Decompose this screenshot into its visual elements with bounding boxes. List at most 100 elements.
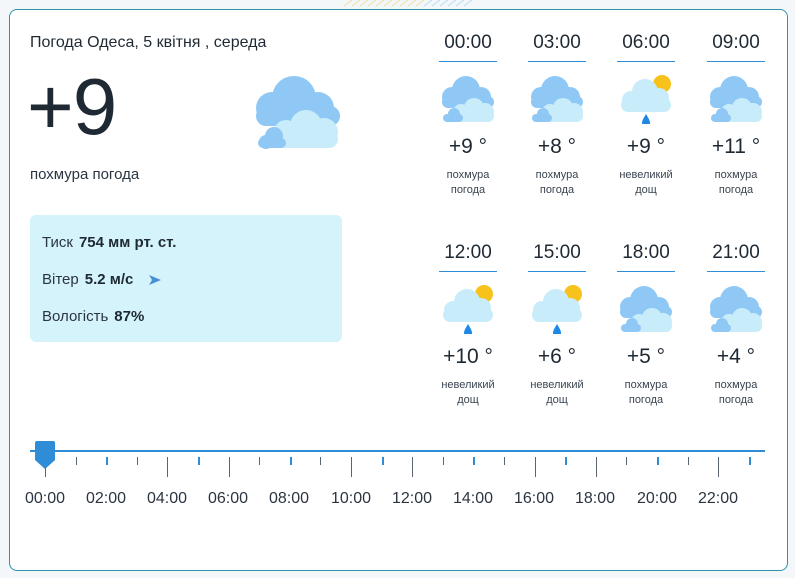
cloudy-icon [256,76,340,149]
slider-tick [504,457,505,465]
time-slider-thumb[interactable] [34,440,56,470]
hourly-slot-0900[interactable]: 09:00 +11 ° похмура погода [707,30,765,198]
page-title: Погода Одеса, 5 квітня , середа [30,34,267,51]
hour-temperature: +9 ° [626,135,666,158]
cloudy-icon [710,286,762,332]
slider-tick [442,457,444,465]
hourly-slot-1200[interactable]: 12:00 +10 ° невеликий дощ [439,240,497,408]
cloudy-icon [531,76,583,122]
hour-temperature: +4 ° [716,345,756,368]
slider-tick [289,457,292,465]
pressure-label: Тиск [42,234,73,251]
hour-divider [617,61,675,62]
hour-divider [528,61,586,62]
time-label-0400[interactable]: 04:00 [137,490,197,508]
slider-tick [198,457,200,465]
details-panel: Тиск 754 мм рт. ст. Вітер 5.2 м/с Вологіст… [30,215,342,342]
light-rain-sun-icon [443,285,493,334]
humidity-row: Вологість 87% [42,308,144,325]
time-label-1600[interactable]: 16:00 [504,490,564,508]
hour-divider [617,271,675,272]
hour-temperature: +10 ° [443,345,493,368]
slider-tick [565,457,568,465]
current-temperature: +9 [27,62,117,151]
hour-time: 18:00 [622,242,670,263]
time-label-1000[interactable]: 10:00 [321,490,381,508]
slider-tick [473,457,476,465]
light-rain-sun-icon [621,75,671,124]
cloudy-icon [710,76,762,122]
hour-condition: похмура погода [714,379,758,406]
weather-card: Погода Одеса, 5 квітня , середа +9 похму… [9,9,788,571]
hour-time: 09:00 [712,32,760,53]
time-label-1400[interactable]: 14:00 [443,490,503,508]
time-label-2200[interactable]: 22:00 [688,490,748,508]
pressure-row: Тиск 754 мм рт. ст. [42,234,176,251]
wind-label: Вітер [42,271,79,288]
wind-row: Вітер 5.2 м/с [42,271,162,288]
slider-tick [657,457,659,465]
hourly-slot-2100[interactable]: 21:00 +4 ° похмура погода [707,240,765,408]
hour-condition: невеликий дощ [530,379,584,406]
time-slider-track[interactable] [30,450,765,452]
hour-time: 06:00 [622,32,670,53]
hour-condition: похмура погода [714,169,758,196]
hourly-slot-0300[interactable]: 03:00 +8 ° похмура погода [528,30,586,198]
time-label-2000[interactable]: 20:00 [627,490,687,508]
time-label-0800[interactable]: 08:00 [259,490,319,508]
slider-tick [534,457,536,477]
time-label-1200[interactable]: 12:00 [382,490,442,508]
hour-condition: похмура погода [535,169,579,196]
hour-time: 15:00 [533,242,581,263]
slider-tick [626,457,628,465]
hourly-slot-1500[interactable]: 15:00 +6 ° невеликий дощ [528,240,586,408]
cloudy-icon [620,286,672,332]
slider-tick [259,457,261,465]
time-label-0000[interactable]: 00:00 [15,490,75,508]
slider-tick [381,457,384,465]
slider-tick [687,457,689,465]
slider-tick [106,457,109,465]
hour-time: 21:00 [712,242,760,263]
hour-temperature: +11 ° [711,135,761,158]
humidity-label: Вологість [42,308,109,325]
slider-tick [351,457,352,477]
time-label-1800[interactable]: 18:00 [565,490,625,508]
hour-temperature: +5 ° [626,345,666,368]
hour-temperature: +6 ° [537,345,577,368]
hourly-slot-0000[interactable]: 00:00 +9 ° похмура погода [439,30,497,198]
slider-tick [228,457,230,477]
time-label-0600[interactable]: 06:00 [198,490,258,508]
hour-time: 03:00 [533,32,581,53]
slider-tick [136,457,138,465]
slider-tick [167,457,169,477]
hour-temperature: +8 ° [537,135,577,158]
light-rain-sun-icon [532,285,582,334]
slider-tick [748,457,751,465]
hour-time: 12:00 [444,242,492,263]
wind-value: 5.2 м/с [84,271,134,288]
hour-divider [439,271,497,272]
slider-tick [595,457,597,477]
hourly-slot-0600[interactable]: 06:00 +9 ° невеликий дощ [617,30,675,198]
pressure-value: 754 мм рт. ст. [78,234,177,251]
hour-divider [439,61,497,62]
hour-divider [528,271,586,272]
hour-condition: похмура погода [624,379,668,406]
hour-condition: похмура погода [446,169,490,196]
slider-tick [75,457,77,465]
wind-direction-icon [148,275,161,286]
hourly-slot-1800[interactable]: 18:00 +5 ° похмура погода [617,240,675,408]
slider-tick [320,457,322,465]
hour-divider [707,61,765,62]
cloudy-icon [442,76,494,122]
hour-temperature: +9 ° [448,135,488,158]
hour-divider [707,271,765,272]
humidity-value: 87% [114,308,145,325]
slider-tick [718,457,720,477]
current-condition: похмура погода [30,166,140,183]
time-label-0200[interactable]: 02:00 [76,490,136,508]
hour-condition: невеликий дощ [441,379,495,406]
slider-tick [412,457,414,477]
hour-condition: невеликий дощ [619,169,673,196]
